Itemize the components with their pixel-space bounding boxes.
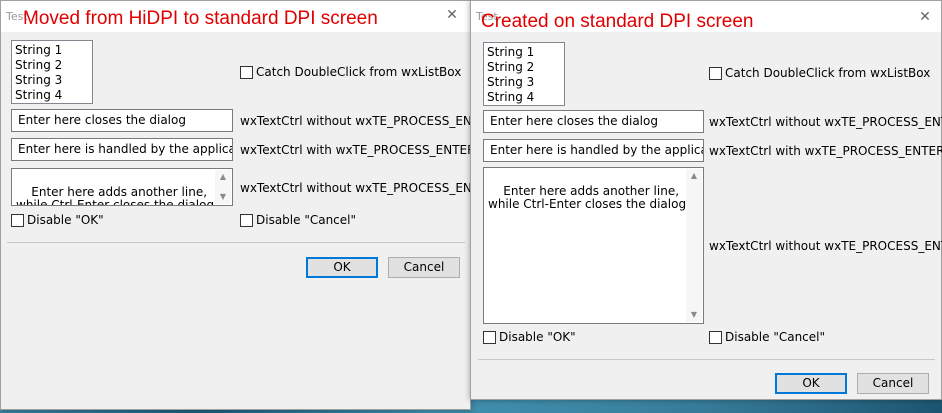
left-dialog-window: Test Moved from HiDPI to standard DPI sc…: [0, 0, 495, 410]
right-textctrl2-description: wxTextCtrl with wxTE_PROCESS_ENTER: [709, 144, 942, 158]
left-cancel-button[interactable]: Cancel: [388, 257, 460, 278]
left-disable-ok-label: Disable "OK": [27, 213, 104, 227]
left-ok-button[interactable]: OK: [306, 257, 378, 278]
list-item[interactable]: String 4: [487, 90, 561, 105]
right-disable-ok-box[interactable]: [483, 330, 496, 344]
right-catch-doubleclick-checkbox[interactable]: Catch DoubleClick from wxListBox: [709, 66, 930, 80]
right-disable-ok-checkbox[interactable]: Disable "OK": [483, 330, 576, 344]
left-textctrl2-description: wxTextCtrl with wxTE_PROCESS_ENTER: [240, 143, 476, 157]
right-string-listbox[interactable]: String 1 String 2 String 3 String 4: [483, 42, 565, 106]
right-multiline-textctrl[interactable]: Enter here adds another line, while Ctrl…: [483, 167, 704, 324]
list-item[interactable]: String 4: [15, 88, 89, 103]
list-item[interactable]: String 3: [487, 75, 561, 90]
left-textctrl-process-enter[interactable]: Enter here is handled by the application: [11, 138, 233, 161]
list-item[interactable]: String 2: [15, 58, 89, 73]
left-close-icon[interactable]: ✕: [444, 7, 460, 23]
left-disable-cancel-box[interactable]: [240, 213, 253, 227]
right-disable-cancel-label: Disable "Cancel": [725, 330, 826, 344]
left-disable-cancel-checkbox[interactable]: Disable "Cancel": [240, 213, 356, 227]
left-multiline-scrollbar[interactable]: ▲ ▼: [215, 170, 231, 204]
scroll-up-arrow-icon[interactable]: ▲: [215, 170, 231, 184]
right-ok-button[interactable]: OK: [775, 373, 847, 394]
right-textctrl-closes-dialog[interactable]: Enter here closes the dialog: [483, 110, 704, 133]
scroll-down-arrow-icon[interactable]: ▼: [215, 190, 231, 204]
right-multiline-scrollbar[interactable]: ▲ ▼: [686, 169, 702, 322]
scroll-up-arrow-icon[interactable]: ▲: [686, 169, 702, 183]
right-cancel-button[interactable]: Cancel: [857, 373, 929, 394]
left-catch-doubleclick-checkbox[interactable]: Catch DoubleClick from wxListBox: [240, 65, 461, 79]
left-separator: [7, 242, 465, 243]
right-overlay-label: Created on standard DPI screen: [481, 11, 754, 32]
left-multiline-text: Enter here adds another line, while Ctrl…: [16, 185, 215, 206]
right-disable-ok-label: Disable "OK": [499, 330, 576, 344]
right-disable-cancel-checkbox[interactable]: Disable "Cancel": [709, 330, 825, 344]
left-disable-cancel-label: Disable "Cancel": [256, 213, 357, 227]
list-item[interactable]: String 1: [487, 45, 561, 60]
left-string-listbox[interactable]: String 1 String 2 String 3 String 4: [11, 40, 93, 104]
right-textctrl3-description: wxTextCtrl without wxTE_PROCESS_ENTER: [709, 239, 942, 253]
right-catch-doubleclick-label: Catch DoubleClick from wxListBox: [725, 66, 931, 80]
right-dialog-window: Test Created on standard DPI screen ✕ St…: [470, 0, 942, 400]
left-multiline-textctrl[interactable]: Enter here adds another line, while Ctrl…: [11, 168, 233, 206]
right-textctrl-process-enter[interactable]: Enter here is handled by the application: [483, 139, 704, 162]
right-separator: [478, 359, 935, 360]
left-catch-doubleclick-box[interactable]: [240, 65, 253, 79]
right-catch-doubleclick-box[interactable]: [709, 66, 722, 80]
scroll-down-arrow-icon[interactable]: ▼: [686, 308, 702, 322]
right-close-icon[interactable]: ✕: [917, 9, 933, 25]
left-textctrl3-description: wxTextCtrl without wxTE_PROCESS_ENTER: [240, 181, 496, 195]
left-title-bar[interactable]: Test Moved from HiDPI to standard DPI sc…: [1, 1, 470, 32]
list-item[interactable]: String 1: [15, 43, 89, 58]
left-disable-ok-box[interactable]: [11, 213, 24, 227]
right-title-bar[interactable]: Test Created on standard DPI screen ✕: [471, 1, 941, 32]
list-item[interactable]: String 2: [487, 60, 561, 75]
left-textctrl-closes-dialog[interactable]: Enter here closes the dialog: [11, 109, 233, 132]
right-multiline-text: Enter here adds another line, while Ctrl…: [488, 184, 687, 211]
left-catch-doubleclick-label: Catch DoubleClick from wxListBox: [256, 65, 462, 79]
left-disable-ok-checkbox[interactable]: Disable "OK": [11, 213, 104, 227]
right-disable-cancel-box[interactable]: [709, 330, 722, 344]
list-item[interactable]: String 3: [15, 73, 89, 88]
left-textctrl1-description: wxTextCtrl without wxTE_PROCESS_ENTER: [240, 114, 496, 128]
right-textctrl1-description: wxTextCtrl without wxTE_PROCESS_ENTER: [709, 115, 942, 129]
left-overlay-label: Moved from HiDPI to standard DPI screen: [23, 8, 378, 29]
